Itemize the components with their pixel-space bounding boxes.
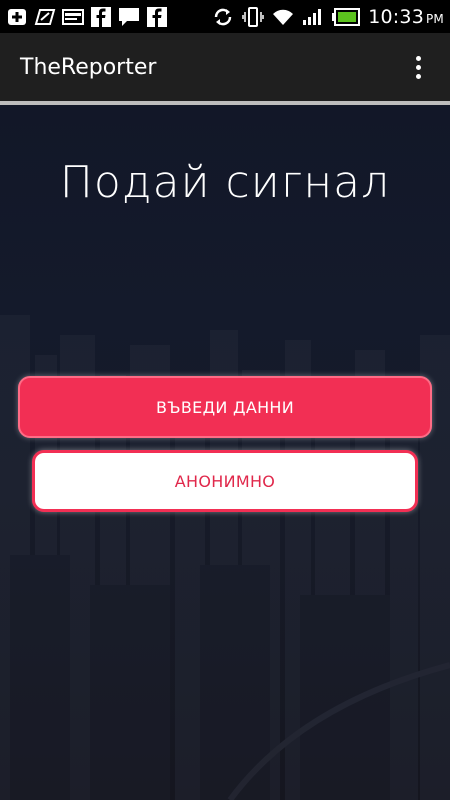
main-content: Подай сигнал ВЪВЕДИ ДАННИ АНОНИМНО (0, 105, 450, 800)
facebook-icon (146, 6, 168, 27)
vibrate-icon (242, 6, 264, 27)
overflow-menu-icon[interactable] (406, 47, 430, 87)
page-title: Подай сигнал (59, 157, 391, 208)
wifi-icon (272, 7, 294, 27)
battery-icon (332, 7, 361, 27)
enter-data-button[interactable]: ВЪВЕДИ ДАННИ (18, 376, 432, 438)
app-bar: TheReporter (0, 33, 450, 101)
app-title: TheReporter (20, 54, 157, 80)
clock: 10:33 PM (368, 6, 444, 28)
add-icon (6, 7, 28, 27)
flag-icon (34, 7, 56, 27)
card-icon (62, 7, 84, 27)
facebook-icon (90, 6, 112, 27)
anonymous-button[interactable]: АНОНИМНО (32, 450, 418, 512)
notification-icons (6, 6, 168, 27)
system-icons: 10:33 PM (212, 6, 444, 28)
sync-icon (212, 7, 234, 27)
clock-ampm: PM (426, 11, 444, 26)
signal-icon (302, 7, 324, 27)
status-bar: 10:33 PM (0, 0, 450, 33)
chat-icon (118, 7, 140, 27)
clock-time: 10:33 (368, 5, 424, 28)
